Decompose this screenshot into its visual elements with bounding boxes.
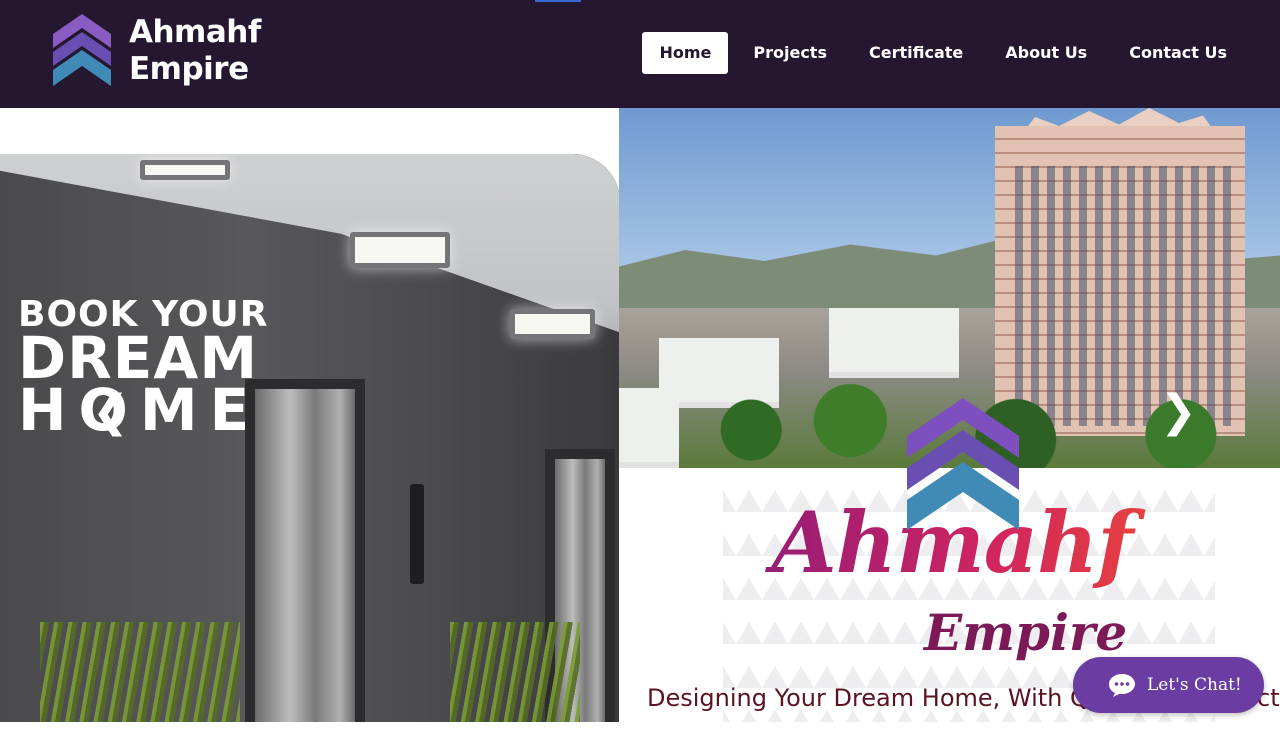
main-nav: Home Projects Certificate About Us Conta… bbox=[634, 32, 1244, 74]
brand-house-icon bbox=[907, 398, 1019, 530]
brand-logo-text[interactable]: Ahmahf Empire bbox=[129, 14, 261, 88]
chat-bubble-icon bbox=[1109, 674, 1135, 697]
ceiling-lamp bbox=[350, 232, 450, 268]
nav-home[interactable]: Home bbox=[642, 32, 729, 74]
hero-slideshow: BOOK YOUR DREAM HOME Ahmahf Empire Desig… bbox=[0, 108, 1280, 722]
elevator-lobby-image: BOOK YOUR DREAM HOME bbox=[0, 154, 620, 722]
brand-card-sub: Empire bbox=[924, 603, 1128, 662]
nav-about-us[interactable]: About Us bbox=[988, 32, 1104, 74]
top-accent-bar bbox=[535, 0, 581, 2]
elevator-call-panel bbox=[410, 484, 424, 584]
lets-chat-button[interactable]: Let's Chat! bbox=[1073, 657, 1264, 713]
brand-line-2: Empire bbox=[129, 51, 249, 87]
nav-projects[interactable]: Projects bbox=[736, 32, 844, 74]
building-block bbox=[829, 308, 959, 378]
chat-label: Let's Chat! bbox=[1147, 675, 1242, 695]
nav-contact-us[interactable]: Contact Us bbox=[1112, 32, 1244, 74]
chevron-left-icon[interactable]: ❮ bbox=[92, 390, 129, 434]
nav-certificate[interactable]: Certificate bbox=[852, 32, 980, 74]
plant-decor bbox=[40, 622, 240, 722]
ceiling-lamp bbox=[510, 309, 595, 339]
elevator-door bbox=[245, 379, 365, 722]
house-logo-icon[interactable] bbox=[47, 12, 117, 92]
brand-line-1: Ahmahf bbox=[129, 14, 261, 50]
plant-decor bbox=[450, 622, 580, 722]
ceiling-lamp bbox=[140, 160, 230, 180]
chevron-right-icon[interactable]: ❯ bbox=[1160, 390, 1197, 434]
site-header: Ahmahf Empire Home Projects Certificate … bbox=[0, 0, 1280, 108]
hero-headline-line-3: HOME bbox=[18, 376, 262, 444]
